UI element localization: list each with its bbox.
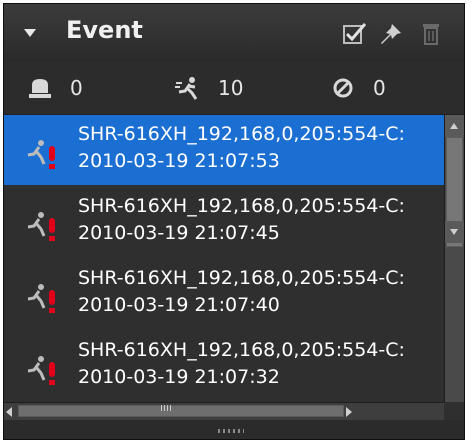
event-row[interactable]: SHR-616XH_192,168,0,205:554-C: 2010-03-1…	[4, 115, 444, 185]
motion-alarm-icon	[27, 212, 55, 241]
motion-counter[interactable]: 10	[174, 73, 243, 103]
event-timestamp: 2010-03-19 21:07:45	[78, 222, 280, 244]
collapse-arrow-icon[interactable]	[24, 29, 36, 37]
scrollbar-corner	[444, 402, 464, 420]
event-list[interactable]: SHR-616XH_192,168,0,205:554-C: 2010-03-1…	[4, 115, 444, 402]
panel-header: Event	[4, 4, 464, 63]
event-row[interactable]: SHR-616XH_192,168,0,205:554-C: 2010-03-1…	[4, 331, 444, 401]
scroll-up-arrow-icon[interactable]	[445, 115, 464, 137]
horizontal-scrollbar[interactable]	[4, 402, 444, 420]
event-row[interactable]: SHR-616XH_192,168,0,205:554-C: 2010-03-1…	[4, 259, 444, 329]
event-timestamp: 2010-03-19 21:07:53	[78, 150, 280, 172]
video-loss-counter[interactable]: 0	[329, 73, 386, 103]
sensor-count: 0	[70, 76, 83, 100]
panel-title: Event	[66, 16, 143, 44]
pin-icon[interactable]	[378, 22, 404, 46]
event-timestamp: 2010-03-19 21:07:40	[78, 294, 280, 316]
scroll-right-arrow-icon[interactable]	[346, 407, 352, 417]
motion-count: 10	[218, 76, 244, 100]
event-source: SHR-616XH_192,168,0,205:554-C:	[78, 195, 405, 217]
panel-footer	[4, 420, 464, 439]
event-text: SHR-616XH_192,168,0,205:554-C: 2010-03-1…	[78, 121, 405, 175]
video-loss-icon	[333, 78, 353, 98]
event-source: SHR-616XH_192,168,0,205:554-C:	[78, 123, 405, 145]
scroll-grip-icon	[161, 405, 171, 411]
event-counters: 0 10 0	[4, 62, 464, 115]
acknowledge-icon[interactable]	[342, 22, 368, 46]
sensor-icon	[29, 79, 51, 98]
event-timestamp: 2010-03-19 21:07:32	[78, 366, 280, 388]
scroll-down-arrow-icon[interactable]	[445, 221, 464, 243]
motion-alarm-icon	[27, 140, 55, 169]
event-source: SHR-616XH_192,168,0,205:554-C:	[78, 267, 405, 289]
resize-grip-icon[interactable]	[218, 429, 244, 433]
sensor-counter[interactable]: 0	[26, 73, 83, 103]
motion-alarm-icon	[27, 356, 55, 385]
event-text: SHR-616XH_192,168,0,205:554-C: 2010-03-1…	[78, 337, 405, 391]
event-panel: Event 0 10 0 SHR-616XH_192,168,0,205:554…	[3, 3, 465, 440]
video-loss-count: 0	[373, 76, 386, 100]
event-source: SHR-616XH_192,168,0,205:554-C:	[78, 339, 405, 361]
event-row[interactable]: SHR-616XH_192,168,0,205:554-C: 2010-03-1…	[4, 187, 444, 257]
delete-icon[interactable]	[418, 22, 444, 46]
event-text: SHR-616XH_192,168,0,205:554-C: 2010-03-1…	[78, 193, 405, 247]
motion-alarm-icon	[27, 284, 55, 313]
motion-icon	[175, 77, 198, 100]
horizontal-scroll-thumb[interactable]	[18, 405, 344, 417]
event-text: SHR-616XH_192,168,0,205:554-C: 2010-03-1…	[78, 265, 405, 319]
scroll-left-arrow-icon[interactable]	[6, 407, 12, 417]
vertical-scrollbar[interactable]	[444, 115, 464, 402]
